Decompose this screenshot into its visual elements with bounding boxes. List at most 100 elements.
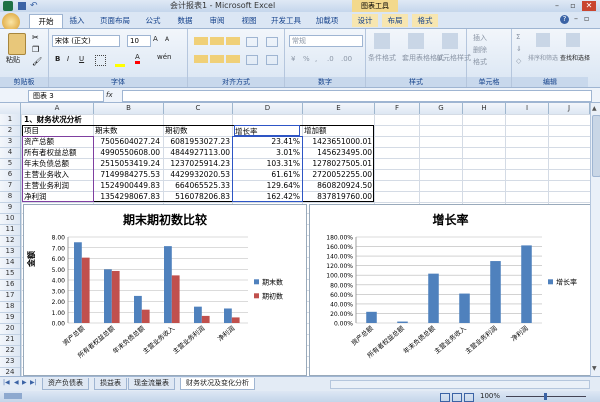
tab-formulas[interactable]: 公式 xyxy=(140,14,166,27)
cell-styles-button[interactable]: 单元格样式 xyxy=(436,53,471,63)
tab-format[interactable]: 格式 xyxy=(412,14,438,27)
table-cell[interactable]: 1524900449.83 xyxy=(94,180,160,191)
scroll-down-arrow-icon[interactable]: ▼ xyxy=(592,365,597,372)
column-header[interactable]: F xyxy=(375,103,420,114)
sheet-tab[interactable]: 损益表 xyxy=(94,378,127,390)
paste-button[interactable]: 粘贴 xyxy=(6,55,20,65)
view-normal-icon[interactable] xyxy=(440,393,450,402)
insert-cells-button[interactable]: 插入 xyxy=(473,33,487,43)
header-cell-begin[interactable]: 期初数 xyxy=(165,125,231,136)
underline-icon[interactable]: U xyxy=(79,55,84,63)
tab-data[interactable]: 数据 xyxy=(172,14,198,27)
sheet-tab[interactable]: 现金流量表 xyxy=(128,378,175,390)
column-header[interactable]: J xyxy=(549,103,590,114)
prev-sheet-icon[interactable]: ◀ xyxy=(14,379,19,386)
percent-icon[interactable]: % xyxy=(303,55,310,63)
column-header[interactable]: G xyxy=(420,103,463,114)
table-cell[interactable]: 4844927113.00 xyxy=(164,147,230,158)
column-header[interactable]: B xyxy=(94,103,164,114)
tab-review[interactable]: 审阅 xyxy=(204,14,230,27)
formula-input[interactable] xyxy=(122,90,592,102)
cut-icon[interactable]: ✂ xyxy=(32,33,39,42)
header-cell-end[interactable]: 期末数 xyxy=(95,125,161,136)
column-header[interactable]: I xyxy=(506,103,549,114)
shrink-font-icon[interactable]: A xyxy=(165,36,169,43)
wrap-text-icon[interactable] xyxy=(266,37,278,47)
table-cell[interactable]: 2515053419.24 xyxy=(94,158,160,169)
sort-filter-icon[interactable] xyxy=(536,33,550,47)
vertical-scrollbar[interactable]: ▲ ▼ xyxy=(590,103,600,376)
table-cell[interactable]: 837819760.00 xyxy=(303,191,372,202)
autosum-icon[interactable]: Σ xyxy=(516,33,520,41)
table-cell[interactable]: 2720052255.00 xyxy=(303,169,372,180)
font-color-icon[interactable]: A xyxy=(135,53,140,64)
quick-access-undo-icon[interactable]: ↶ xyxy=(30,1,38,11)
align-right-icon[interactable] xyxy=(226,55,240,63)
fill-icon[interactable]: ⇓ xyxy=(516,45,522,53)
table-cell[interactable]: 516078206.83 xyxy=(164,191,230,202)
column-header[interactable]: A xyxy=(21,103,94,114)
table-cell[interactable]: 7149984275.53 xyxy=(94,169,160,180)
table-cell[interactable]: 4429932020.53 xyxy=(164,169,230,180)
align-middle-icon[interactable] xyxy=(210,37,224,45)
align-left-icon[interactable] xyxy=(194,55,208,63)
minimize-button[interactable]: – xyxy=(550,1,564,11)
table-cell[interactable]: 1237025914.23 xyxy=(164,158,230,169)
currency-icon[interactable]: ¥ xyxy=(291,55,295,63)
table-cell[interactable]: 7505604027.24 xyxy=(94,136,160,147)
sort-filter-button[interactable]: 排序和筛选 xyxy=(528,53,558,62)
quick-access-save-icon[interactable] xyxy=(18,2,26,10)
first-sheet-icon[interactable]: |◀ xyxy=(3,379,10,386)
table-cell[interactable]: 860820924.50 xyxy=(303,180,372,191)
number-format-select[interactable]: 常规 xyxy=(289,35,363,47)
borders-icon[interactable] xyxy=(95,55,106,66)
tab-addins[interactable]: 加载项 xyxy=(310,14,344,27)
maximize-button[interactable]: ▫ xyxy=(566,1,580,11)
format-painter-icon[interactable]: 🖌 xyxy=(32,57,42,66)
decrease-decimal-icon[interactable]: .00 xyxy=(341,55,352,63)
zoom-slider-thumb[interactable] xyxy=(544,393,547,400)
close-button[interactable]: ✕ xyxy=(582,1,596,11)
header-cell-growth[interactable]: 增长率 xyxy=(234,125,300,136)
bold-icon[interactable]: B xyxy=(55,55,60,63)
comma-style-icon[interactable]: , xyxy=(315,55,317,63)
grow-font-icon[interactable]: A xyxy=(153,35,158,43)
table-cell[interactable]: 4990550608.00 xyxy=(94,147,160,158)
tab-view[interactable]: 视图 xyxy=(236,14,262,27)
ribbon-restore-icon[interactable]: ▫ xyxy=(584,14,589,23)
align-bottom-icon[interactable] xyxy=(226,37,240,45)
table-cell[interactable]: 145623495.00 xyxy=(303,147,372,158)
orientation-icon[interactable] xyxy=(246,37,258,47)
section-title-cell[interactable]: 1、财务状况分析 xyxy=(24,114,82,125)
chart-comparison[interactable]: 期末期初数比较 金额 8.00 7.00 6.00 5.00 4.00 3.00 2.00 1… xyxy=(23,204,307,376)
format-as-table-icon[interactable] xyxy=(408,33,424,49)
scroll-up-arrow-icon[interactable]: ▲ xyxy=(592,105,597,112)
italic-icon[interactable]: I xyxy=(67,55,69,63)
indent-icon[interactable] xyxy=(246,55,258,65)
table-cell[interactable]: 1278027505.01 xyxy=(303,158,372,169)
tab-page-layout[interactable]: 页面布局 xyxy=(94,14,136,27)
fill-color-icon[interactable] xyxy=(115,55,125,67)
column-header[interactable]: H xyxy=(463,103,506,114)
table-cell[interactable]: 1354298067.83 xyxy=(94,191,160,202)
select-all-corner[interactable] xyxy=(0,103,21,114)
table-cell[interactable]: 6081953027.23 xyxy=(164,136,230,147)
column-header[interactable]: C xyxy=(164,103,233,114)
align-center-icon[interactable] xyxy=(210,55,224,63)
format-cells-button[interactable]: 格式 xyxy=(473,57,487,67)
help-icon[interactable]: ? xyxy=(560,15,569,24)
worksheet-grid[interactable]: 1、财务状况分析 项目 期末数 期初数 增长率 增加额 资产总额 7505604… xyxy=(21,114,592,376)
insert-function-icon[interactable]: fx xyxy=(106,91,113,99)
paste-icon[interactable] xyxy=(8,33,26,55)
copy-icon[interactable]: ❐ xyxy=(32,45,39,54)
tab-layout[interactable]: 布局 xyxy=(382,14,408,27)
view-pagebreak-icon[interactable] xyxy=(464,393,474,402)
excel-logo-icon[interactable] xyxy=(3,1,13,11)
font-size-select[interactable]: 10 xyxy=(127,35,151,47)
clear-icon[interactable]: ◇ xyxy=(516,57,521,65)
next-sheet-icon[interactable]: ▶ xyxy=(22,379,27,386)
cell-styles-icon[interactable] xyxy=(442,33,458,49)
conditional-format-button[interactable]: 条件格式 xyxy=(368,53,396,63)
name-box[interactable]: 图表 3 xyxy=(28,90,104,102)
scroll-thumb[interactable] xyxy=(592,115,600,177)
